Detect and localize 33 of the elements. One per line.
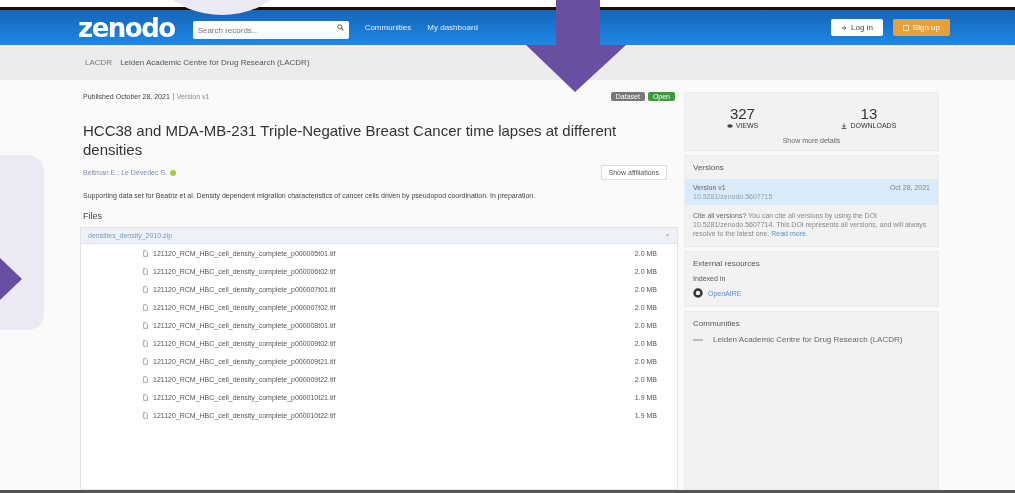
login-button[interactable]: Log in — [831, 19, 883, 36]
files-heading: Files — [83, 211, 103, 221]
chevron-icon — [665, 233, 670, 238]
search-icon — [336, 24, 344, 31]
community-link[interactable]: Leiden Academic Centre for Drug Research (LACDR) — [713, 335, 903, 345]
file-icon — [143, 339, 148, 347]
panel-heading: External resources — [692, 258, 761, 270]
file-icon — [143, 393, 148, 401]
file-icon — [143, 321, 148, 329]
file-icon — [143, 249, 148, 257]
panel-heading: Communities — [692, 318, 741, 330]
orcid-icon — [170, 169, 177, 176]
file-icon — [143, 303, 148, 311]
search-field[interactable]: Search records... — [192, 21, 349, 39]
right-arrow-drawing — [0, 258, 22, 300]
sign-in-icon — [841, 24, 848, 31]
file-icon — [143, 285, 148, 293]
panel-heading: Versions — [692, 162, 725, 174]
view-count: 327 — [729, 105, 755, 122]
file-icon — [143, 267, 148, 275]
file-icon — [143, 375, 148, 383]
eye-icon — [726, 122, 733, 129]
file-icon — [143, 411, 148, 419]
nav-link[interactable]: Communities — [364, 23, 412, 32]
ring-logo-icon — [693, 288, 703, 298]
community-name: Leiden Academic Centre for Drug Research (LACDR) — [120, 58, 310, 67]
community-code: LACDR — [85, 58, 113, 67]
nav-link[interactable]: My dashboard — [427, 23, 478, 32]
record-title: HCC38 and MDA-MB-231 Triple-Negative Breast Cancer time lapses at different densities — [83, 121, 618, 159]
download-count: 13 — [860, 105, 878, 122]
download-icon — [841, 122, 848, 129]
file-icon — [143, 357, 148, 365]
logo[interactable]: zenodo — [78, 12, 175, 43]
